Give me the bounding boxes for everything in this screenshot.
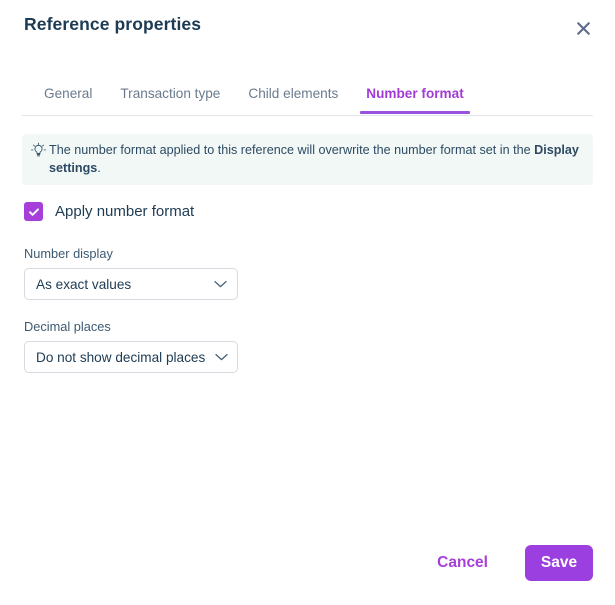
tab-number-format[interactable]: Number format (352, 84, 477, 114)
tab-bar: General Transaction type Child elements … (0, 84, 615, 116)
tab-transaction-type[interactable]: Transaction type (106, 84, 234, 114)
number-display-field: Number display As exact values (24, 246, 238, 300)
info-text-before: The number format applied to this refere… (49, 143, 535, 157)
info-text-after: . (97, 161, 101, 175)
close-icon[interactable] (569, 14, 597, 42)
apply-number-format-row[interactable]: Apply number format (24, 202, 194, 221)
tab-general[interactable]: General (30, 84, 106, 114)
tab-child-elements[interactable]: Child elements (234, 84, 352, 114)
dialog-header: Reference properties (0, 0, 615, 58)
decimal-places-field: Decimal places Do not show decimal place… (24, 319, 238, 373)
info-banner: The number format applied to this refere… (22, 134, 593, 185)
decimal-places-value: Do not show decimal places (36, 349, 206, 365)
apply-number-format-checkbox[interactable] (24, 202, 43, 221)
tab-bar-divider (22, 115, 593, 116)
decimal-places-select[interactable]: Do not show decimal places (24, 341, 238, 373)
dialog-footer: Cancel Save (0, 533, 615, 605)
save-button[interactable]: Save (525, 545, 593, 581)
lightbulb-icon (30, 142, 47, 159)
chevron-down-icon (215, 353, 228, 361)
decimal-places-label: Decimal places (24, 319, 111, 334)
number-display-select[interactable]: As exact values (24, 268, 238, 300)
reference-properties-dialog: Reference properties General Transaction… (0, 0, 615, 605)
info-banner-text: The number format applied to this refere… (48, 141, 581, 177)
page-title: Reference properties (24, 14, 202, 34)
apply-number-format-label: Apply number format (55, 203, 195, 220)
number-display-value: As exact values (36, 276, 132, 292)
chevron-down-icon (214, 280, 227, 288)
cancel-button[interactable]: Cancel (427, 545, 498, 581)
number-display-label: Number display (24, 246, 113, 261)
